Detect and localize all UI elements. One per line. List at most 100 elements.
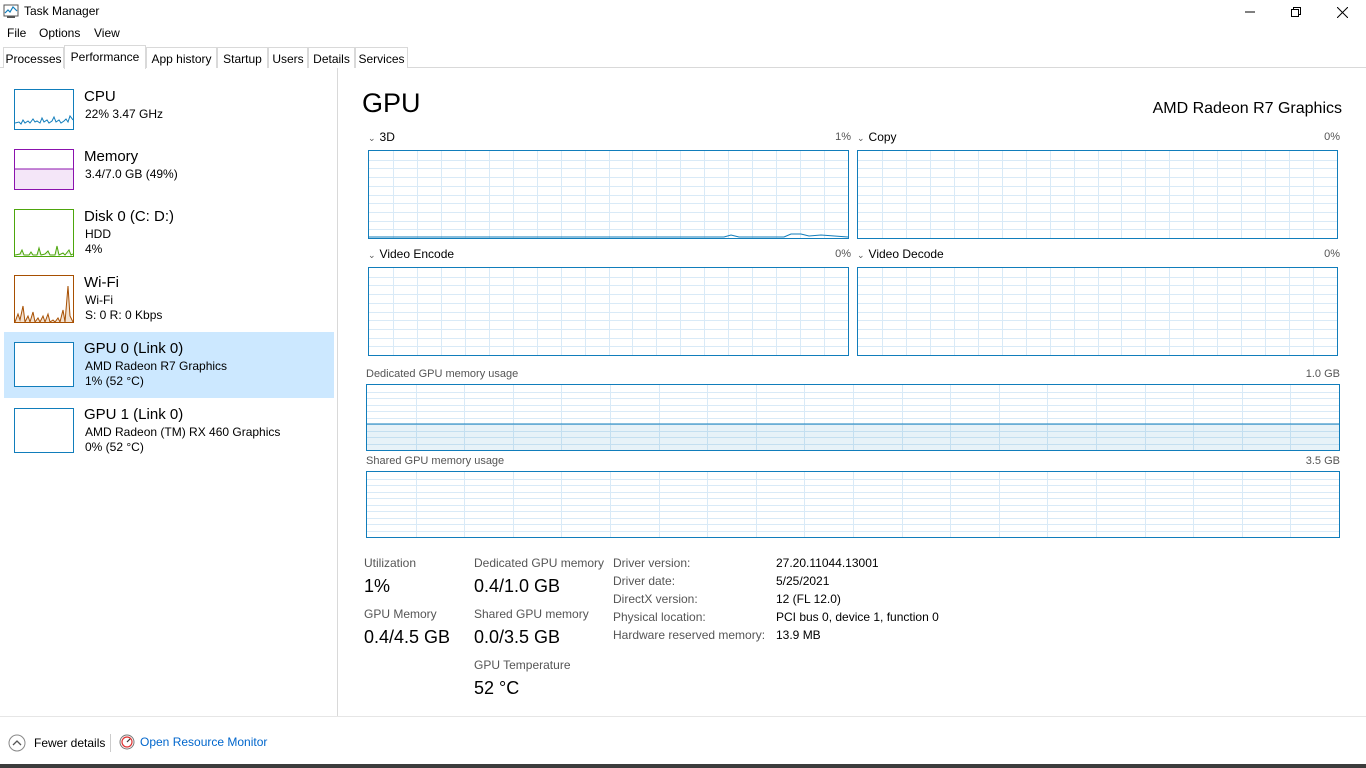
tab-app-history[interactable]: App history (146, 47, 217, 68)
fewer-details-label: Fewer details (34, 736, 106, 750)
utilization-value: 1% (364, 576, 391, 596)
tab-performance[interactable]: Performance (64, 45, 146, 69)
graph-grid (858, 151, 1337, 238)
graph-grid (369, 151, 848, 238)
sidebar-item-detail: Wi-Fi (85, 293, 113, 307)
sidebar-item-detail: AMD Radeon R7 Graphics (85, 359, 228, 373)
graph-grid (367, 385, 1339, 450)
graph-grid (369, 268, 848, 355)
task-manager-icon (3, 4, 19, 19)
reserved-memory-label: Hardware reserved memory: (613, 628, 766, 642)
gpu-temperature-value: 52 °C (474, 678, 520, 698)
sidebar-item-title: Wi-Fi (84, 274, 119, 291)
sidebar-item-wifi[interactable]: Wi-Fi Wi-Fi S: 0 R: 0 Kbps (4, 268, 334, 334)
cpu-thumbnail-graph (14, 89, 74, 130)
open-resource-monitor-link[interactable]: Open Resource Monitor (119, 734, 267, 750)
graph-grid (858, 268, 1337, 355)
dedicated-memory-fill (367, 424, 1339, 450)
gpu-model-name: AMD Radeon R7 Graphics (1152, 100, 1342, 117)
shared-memory-graph (366, 471, 1340, 538)
directx-version-label: DirectX version: (613, 592, 698, 606)
engine-label: 3D (379, 130, 395, 144)
close-button[interactable] (1319, 0, 1365, 24)
engine-video-decode-selector[interactable]: ⌄ Video Decode (857, 247, 944, 261)
disk-thumbnail-graph (14, 209, 74, 257)
window-title: Task Manager (24, 4, 100, 18)
gpu-temperature-label: GPU Temperature (474, 658, 571, 672)
gpu-memory-value: 0.4/4.5 GB (364, 627, 451, 647)
engine-video-encode-selector[interactable]: ⌄ Video Encode (368, 247, 454, 261)
driver-date-value: 5/25/2021 (776, 574, 830, 588)
minimize-icon (1245, 11, 1255, 13)
engine-percent: 0% (1324, 248, 1340, 260)
resource-monitor-icon (119, 734, 135, 750)
sidebar-item-disk[interactable]: Disk 0 (C: D:) HDD 4% (4, 202, 334, 268)
sidebar-item-cpu[interactable]: CPU 22% 3.47 GHz (4, 82, 334, 148)
tab-details[interactable]: Details (308, 47, 355, 68)
shared-memory-stat-label: Shared GPU memory (474, 607, 589, 621)
menu-view[interactable]: View (94, 26, 120, 40)
sidebar-item-title: GPU 0 (Link 0) (84, 340, 184, 357)
driver-version-value: 27.20.11044.13001 (776, 556, 879, 570)
shared-memory-stat-value: 0.0/3.5 GB (474, 627, 561, 647)
footer-divider (110, 734, 111, 752)
minimize-button[interactable] (1227, 0, 1273, 24)
sidebar-item-detail: HDD (85, 227, 111, 241)
gpu-detail-panel: GPU AMD Radeon R7 Graphics ⌄ 3D 1% ⌄ Copy … (340, 68, 1366, 716)
sidebar-item-title: Memory (84, 148, 139, 165)
driver-version-label: Driver version: (613, 556, 691, 570)
driver-date-label: Driver date: (613, 574, 676, 588)
chevron-down-icon: ⌄ (857, 250, 865, 260)
tab-startup[interactable]: Startup (217, 47, 268, 68)
fewer-details-button[interactable]: Fewer details (8, 734, 105, 752)
chevron-down-icon: ⌄ (368, 250, 376, 260)
shared-memory-max: 3.5 GB (1305, 455, 1340, 467)
window-bottom-edge (0, 764, 1366, 768)
sidebar-item-detail-2: 1% (52 °C) (85, 374, 144, 388)
gpu0-thumbnail-graph (14, 342, 74, 387)
tab-processes[interactable]: Processes (3, 47, 64, 68)
tab-services[interactable]: Services (355, 47, 408, 68)
sidebar-item-detail-2: S: 0 R: 0 Kbps (85, 308, 163, 322)
sidebar-item-gpu-0[interactable]: GPU 0 (Link 0) AMD Radeon R7 Graphics 1%… (4, 332, 334, 398)
memory-thumbnail-graph (14, 149, 74, 190)
dedicated-memory-stat-label: Dedicated GPU memory (474, 556, 605, 570)
title-bar: Task Manager (0, 0, 1366, 24)
engine-3d-graph (368, 150, 849, 239)
tab-users[interactable]: Users (268, 47, 308, 68)
sidebar-item-gpu-1[interactable]: GPU 1 (Link 0) AMD Radeon (TM) RX 460 Gr… (4, 398, 334, 464)
engine-copy-graph (857, 150, 1338, 239)
sidebar-item-detail: AMD Radeon (TM) RX 460 Graphics (85, 425, 281, 439)
restore-button[interactable] (1273, 0, 1319, 24)
reserved-memory-value: 13.9 MB (776, 628, 821, 642)
dedicated-memory-label: Dedicated GPU memory usage (366, 368, 519, 380)
directx-version-value: 12 (FL 12.0) (776, 592, 841, 606)
engine-copy-selector[interactable]: ⌄ Copy (857, 130, 897, 144)
menu-file[interactable]: File (7, 26, 26, 40)
engine-label: Copy (868, 130, 897, 144)
menu-options[interactable]: Options (39, 26, 80, 40)
engine-label: Video Decode (868, 247, 944, 261)
page-title: GPU (362, 88, 421, 118)
engine-percent: 1% (835, 131, 851, 143)
sidebar-item-title: CPU (84, 88, 116, 105)
chevron-down-icon: ⌄ (368, 133, 376, 143)
sidebar-item-detail-2: 0% (52 °C) (85, 440, 144, 454)
dedicated-memory-max: 1.0 GB (1305, 368, 1340, 380)
shared-memory-label: Shared GPU memory usage (366, 455, 505, 467)
graph-grid (367, 472, 1339, 537)
resource-sidebar: CPU 22% 3.47 GHz Memory 3.4/7.0 GB (49%)… (0, 68, 338, 716)
footer-bar: Fewer details Open Resource Monitor (0, 716, 1366, 768)
gpu1-thumbnail-graph (14, 408, 74, 453)
engine-percent: 0% (1324, 131, 1340, 143)
menu-bar: File Options View (0, 24, 1366, 43)
engine-3d-selector[interactable]: ⌄ 3D (368, 130, 395, 144)
engine-label: Video Encode (379, 247, 455, 261)
restore-icon (1291, 7, 1301, 17)
engine-video-encode-graph (368, 267, 849, 356)
sidebar-item-detail: 3.4/7.0 GB (49%) (85, 167, 178, 181)
sidebar-item-memory[interactable]: Memory 3.4/7.0 GB (49%) (4, 142, 334, 208)
gpu-memory-label: GPU Memory (364, 607, 437, 621)
sidebar-item-title: Disk 0 (C: D:) (84, 208, 174, 225)
close-icon (1336, 6, 1348, 18)
